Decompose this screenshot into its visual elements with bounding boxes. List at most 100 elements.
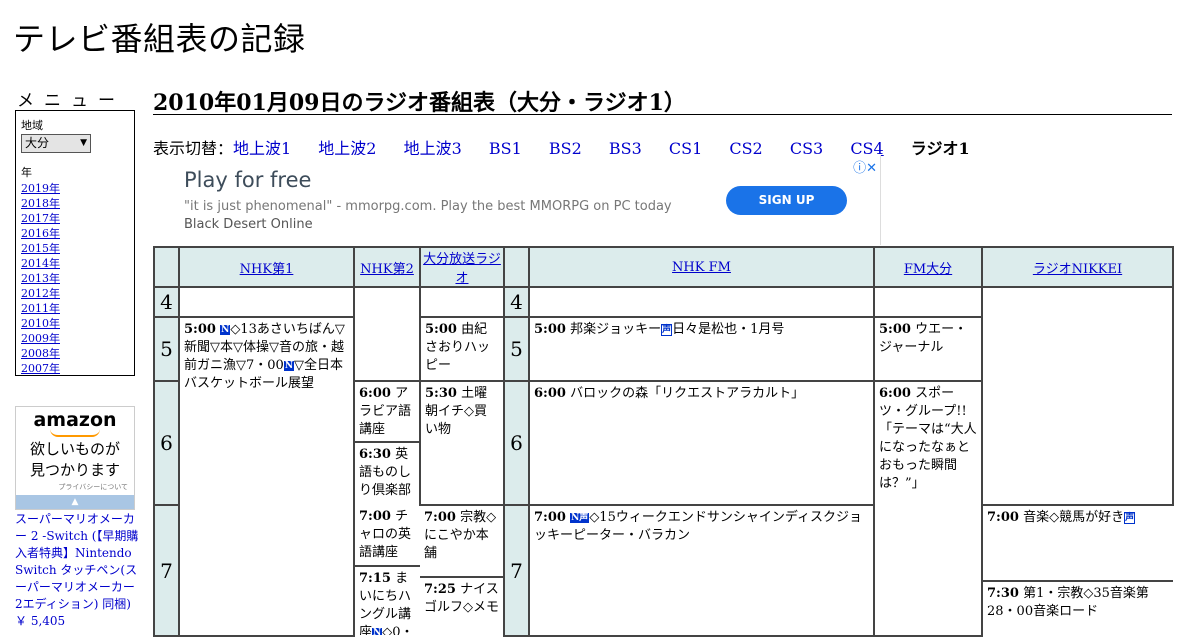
ad-advertiser: Black Desert Online	[184, 217, 313, 232]
program-cell[interactable]: 7:00 N声◇15ウィークエンドサンシャインディスクジョッキーピーター・バラカ…	[528, 504, 875, 637]
region-select[interactable]: 大分 ▼	[21, 134, 91, 153]
site-title: テレビ番組表の記録	[13, 20, 306, 58]
close-icon[interactable]: ✕	[866, 161, 877, 176]
hour-cell: 7	[153, 504, 180, 637]
station-link-fmoita[interactable]: FM大分	[904, 262, 952, 277]
year-link-2011[interactable]: 2011年	[21, 302, 60, 315]
station-header-fmoita: FM大分	[873, 246, 983, 288]
ad-info-icon[interactable]: ⓘ	[853, 161, 866, 176]
year-link-2019[interactable]: 2019年	[21, 182, 60, 195]
station-link-nhkfm[interactable]: NHK FM	[672, 260, 731, 275]
amazon-tagline-line-1: 欲しいものが	[29, 440, 120, 458]
amazon-product-link[interactable]: スーパーマリオメーカー 2 -Switch (【早期購入者特典】Nintendo…	[15, 512, 138, 611]
ad-body-text: "it is just phenomenal" - mmorpg.com. Pl…	[184, 199, 672, 214]
amazon-privacy-link[interactable]: プライバシーについて	[16, 482, 134, 492]
station-link-nikkei[interactable]: ラジオNIKKEI	[1033, 262, 1122, 277]
program-cell-empty	[873, 286, 983, 318]
station-link-nhk1[interactable]: NHK第1	[240, 262, 294, 277]
program-time: 5:00	[534, 322, 566, 337]
year-link-2013[interactable]: 2013年	[21, 272, 60, 285]
program-time: 7:30	[987, 586, 1019, 601]
news-mark-icon: N	[283, 361, 295, 371]
program-cell[interactable]: 7:15 まいにちハングル講座N◇0・40	[355, 567, 420, 635]
program-title: バロックの森「リクエストアラカルト」	[570, 386, 805, 401]
program-time: 7:00	[359, 509, 391, 524]
program-time: 5:00	[184, 322, 216, 337]
hour-cell: 5	[153, 316, 180, 382]
program-cell[interactable]: 5:00 N◇13あさいちばん▽新聞▽本▽体操▽音の旅・越前ガニ漁▽7・00N▽…	[178, 316, 355, 637]
ad-info-close-icons[interactable]: ⓘ✕	[853, 157, 877, 176]
ad-body: "it is just phenomenal" - mmorpg.com. Pl…	[184, 198, 694, 234]
scroll-up-icon[interactable]: ▲	[16, 495, 134, 509]
news-mark-icon: N	[372, 628, 383, 635]
program-cell-empty	[178, 286, 355, 318]
program-cell[interactable]: 5:30 土曜朝イチ◇買い物	[419, 380, 505, 506]
program-cell[interactable]: 6:00 アラビア語講座	[355, 382, 419, 443]
amazon-tagline: 欲しいものが 見つかります	[16, 439, 134, 481]
program-cell[interactable]: 6:00 バロックの森「リクエストアラカルト」	[528, 380, 875, 506]
program-time: 5:00	[879, 322, 911, 337]
year-label: 年	[21, 166, 32, 179]
station-link-nhk2[interactable]: NHK第2	[360, 262, 414, 277]
program-cell-split: 7:00 チャロの英語講座 7:15 まいにちハングル講座N◇0・40	[354, 505, 420, 636]
year-link-2016[interactable]: 2016年	[21, 227, 60, 240]
program-cell[interactable]: 7:25 ナイスゴルフ◇メモ	[420, 578, 503, 636]
switch-current-radio-1: ラジオ1	[910, 139, 970, 158]
program-cell[interactable]: 7:00 チャロの英語講座	[355, 505, 420, 567]
hour-cell: 7	[503, 504, 530, 637]
year-link-2017[interactable]: 2017年	[21, 212, 60, 225]
stereo-mark-icon: 声	[661, 324, 673, 336]
program-time: 7:25	[424, 582, 456, 597]
year-link-2018[interactable]: 2018年	[21, 197, 60, 210]
year-link-2012[interactable]: 2012年	[21, 287, 60, 300]
year-link-2015[interactable]: 2015年	[21, 242, 60, 255]
ad-signup-button[interactable]: SIGN UP	[726, 186, 847, 215]
year-list: 2019年 2018年 2017年 2016年 2015年 2014年 2013…	[21, 181, 129, 376]
hour-cell: 6	[153, 380, 180, 506]
program-time: 5:00	[425, 322, 457, 337]
station-header-nhk1: NHK第1	[178, 246, 355, 288]
program-cell[interactable]: 5:00 由紀さおりハッピー	[419, 316, 505, 382]
year-link-2007[interactable]: 2007年	[21, 362, 60, 375]
program-cell[interactable]: 6:00 スポーツ・グループ!!「テーマは“大人になったなぁとおもった瞬間は？”…	[873, 380, 983, 637]
region-label: 地域	[21, 119, 43, 132]
program-title: 日々是松也・1月号	[672, 322, 785, 337]
menu-box: 地域 大分 ▼ 年 2019年 2018年 2017年 2016年 2015年 …	[15, 110, 135, 376]
program-time: 7:00	[534, 510, 566, 525]
stereo-mark-icon: 声	[1124, 512, 1136, 524]
new-stereo-mark-icon: N声	[570, 513, 590, 523]
dropdown-arrow-icon: ▼	[80, 138, 87, 148]
hour-header-middle	[503, 246, 530, 288]
year-link-2010[interactable]: 2010年	[21, 317, 60, 330]
program-time: 5:30	[425, 386, 457, 401]
program-time: 6:30	[359, 447, 391, 462]
program-cell[interactable]: 5:00 ウエー・ジャーナル	[873, 316, 983, 382]
station-header-nikkei: ラジオNIKKEI	[981, 246, 1174, 288]
news-mark-icon: N	[220, 325, 231, 335]
program-time: 6:00	[879, 386, 911, 401]
program-cell[interactable]: 7:00 宗教◇にこやか本舗	[420, 506, 503, 578]
program-cell-split: 6:00 アラビア語講座 6:30 英語ものしり倶楽部	[354, 381, 420, 505]
ad-title: Play for free	[184, 168, 312, 192]
program-time: 7:00	[987, 510, 1019, 525]
year-link-2014[interactable]: 2014年	[21, 257, 60, 270]
program-cell[interactable]: 5:00 邦楽ジョッキー声日々是松也・1月号	[528, 316, 875, 382]
program-cell[interactable]: 7:00 音楽◇競馬が好き声	[983, 506, 1173, 582]
amazon-logo: amazon	[33, 409, 117, 431]
year-link-2008[interactable]: 2008年	[21, 347, 60, 360]
program-title: 邦楽ジョッキー	[570, 322, 662, 337]
page-heading: 2010年01月09日のラジオ番組表（大分・ラジオ1）	[153, 85, 1172, 116]
amazon-ad-banner[interactable]: amazon 欲しいものが 見つかります プライバシーについて ▲	[15, 406, 135, 510]
ad-banner[interactable]: ⓘ✕ Play for free "it is just phenomenal"…	[153, 155, 881, 245]
program-cell-empty	[353, 286, 421, 382]
program-grid: NHK第1 NHK第2 大分放送ラジオ NHK FM FM大分 ラジオNIKKE…	[153, 246, 1174, 637]
station-link-obs[interactable]: 大分放送ラジオ	[423, 252, 501, 286]
amazon-tagline-line-2: 見つかります	[29, 461, 120, 479]
program-cell[interactable]: 7:30 第1・宗教◇35音楽第28・00音楽ロード	[983, 582, 1173, 636]
station-header-nhkfm: NHK FM	[528, 246, 875, 288]
program-cell[interactable]: 6:30 英語ものしり倶楽部	[355, 443, 419, 504]
program-cell-empty	[419, 286, 505, 318]
year-link-2009[interactable]: 2009年	[21, 332, 60, 345]
program-time: 7:00	[424, 510, 456, 525]
hour-cell: 4	[153, 286, 180, 318]
